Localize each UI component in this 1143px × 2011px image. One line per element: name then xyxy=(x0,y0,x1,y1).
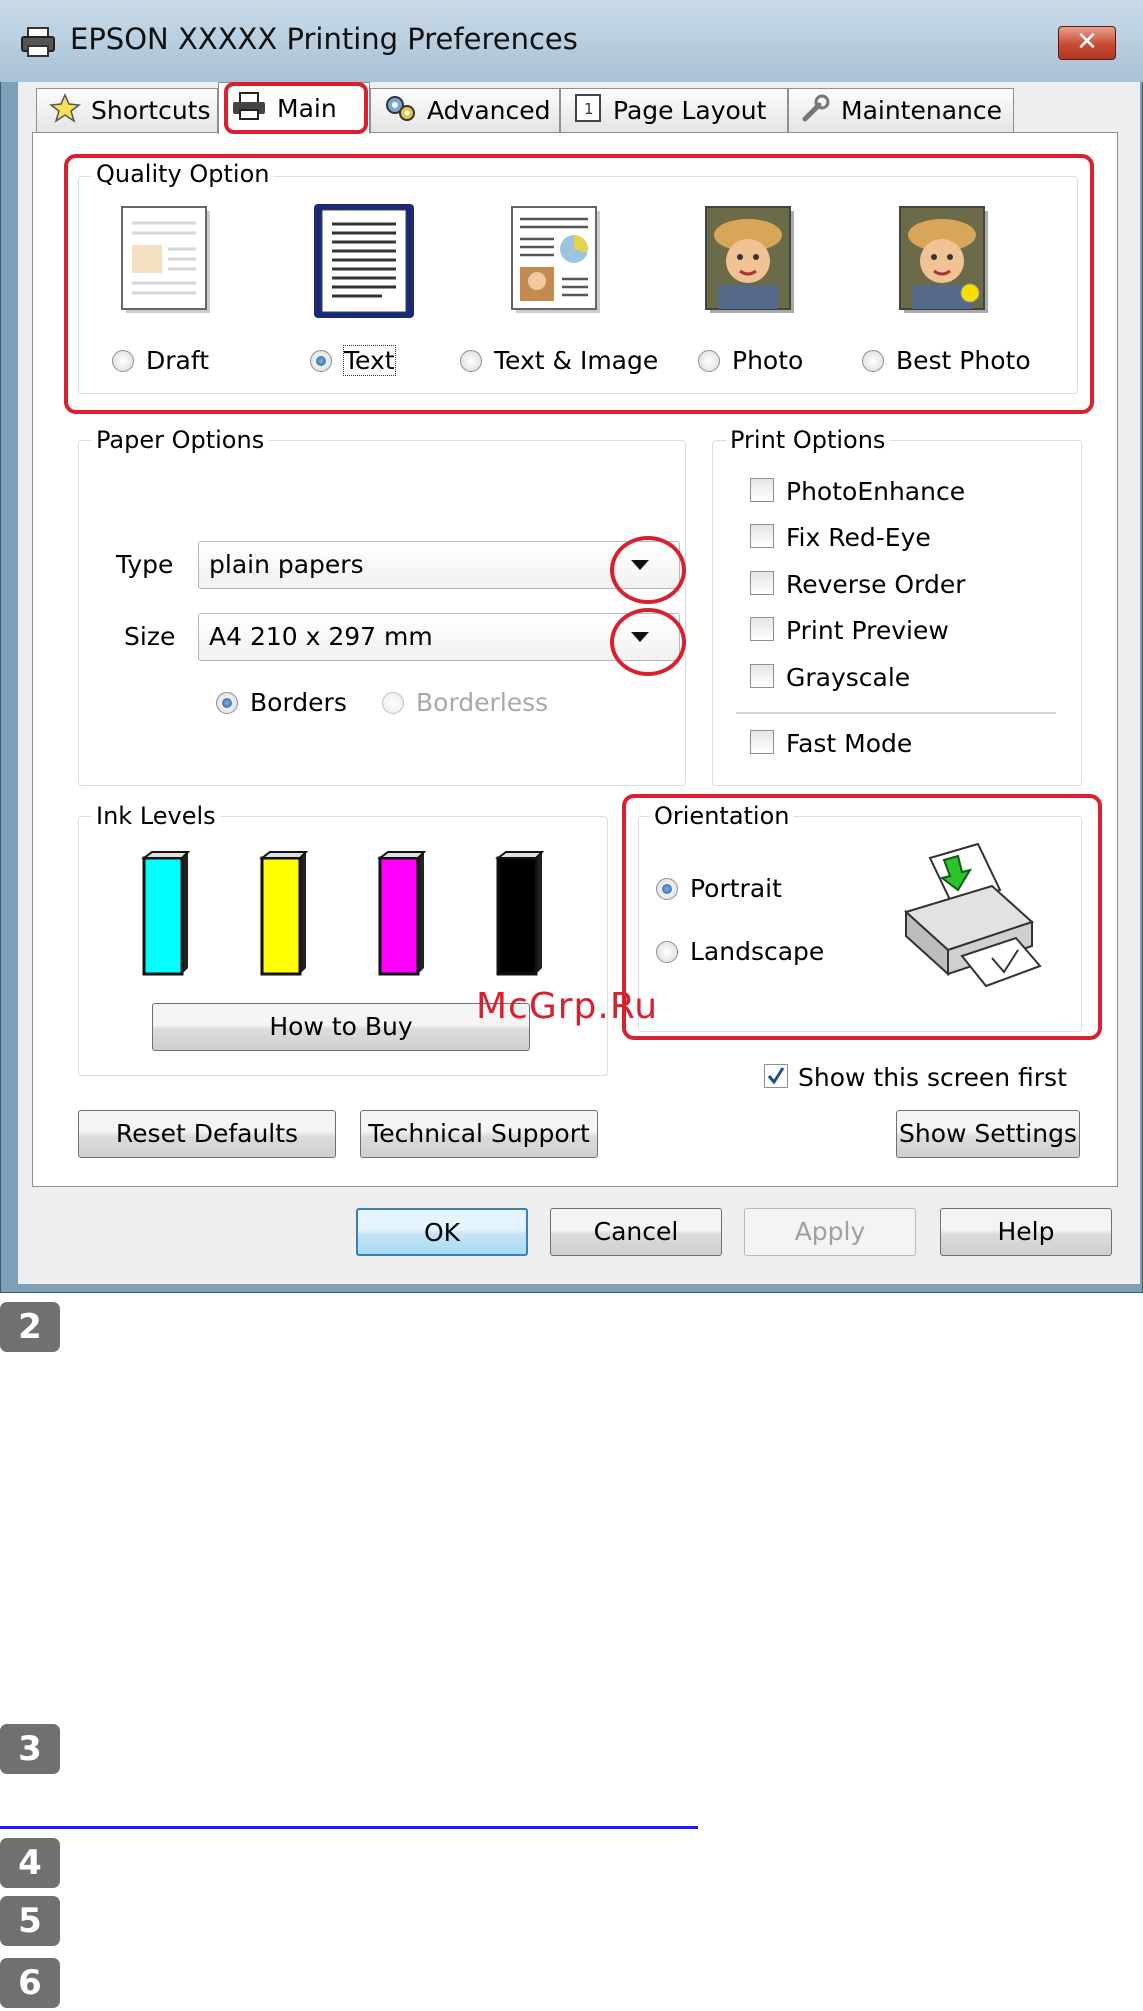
cancel-button[interactable]: Cancel xyxy=(550,1208,722,1256)
apply-button: Apply xyxy=(744,1208,916,1256)
type-dropdown-highlight xyxy=(610,536,686,604)
gears-icon xyxy=(383,93,417,129)
tab-label: Shortcuts xyxy=(91,96,211,125)
printer-icon xyxy=(20,26,56,62)
quality-highlight xyxy=(64,154,1094,414)
black-ink-icon xyxy=(492,850,545,980)
tab-label: Maintenance xyxy=(841,96,1002,125)
reverse-order-checkbox[interactable] xyxy=(750,571,774,595)
borders-label: Borders xyxy=(250,688,347,717)
wrench-icon xyxy=(801,93,831,129)
tab-maintenance[interactable]: Maintenance xyxy=(788,88,1014,132)
cyan-ink-icon xyxy=(138,850,191,980)
tab-label: Page Layout xyxy=(613,96,767,125)
page-layout-icon: 1 xyxy=(573,93,603,129)
show-first-label: Show this screen first xyxy=(798,1063,1067,1092)
paper-options-label: Paper Options xyxy=(92,426,269,454)
yellow-ink-icon xyxy=(256,850,309,980)
tab-advanced[interactable]: Advanced xyxy=(370,88,560,132)
show-settings-button[interactable]: Show Settings xyxy=(896,1110,1080,1158)
step-badge: 6 xyxy=(0,1958,60,2008)
close-button[interactable]: ✕ xyxy=(1058,26,1116,60)
borderless-radio xyxy=(382,692,404,714)
ok-button[interactable]: OK xyxy=(356,1208,528,1256)
fast-mode-checkbox[interactable] xyxy=(750,730,774,754)
step-badge: 3 xyxy=(0,1724,60,1774)
fix-red-eye-label: Fix Red-Eye xyxy=(786,523,931,552)
type-dropdown[interactable]: plain papers xyxy=(198,541,680,589)
type-label: Type xyxy=(116,550,174,579)
svg-text:1: 1 xyxy=(584,100,594,118)
window-title: EPSON XXXXX Printing Preferences xyxy=(70,22,578,56)
borders-radio[interactable] xyxy=(216,692,238,714)
grayscale-checkbox[interactable] xyxy=(750,664,774,688)
fast-mode-label: Fast Mode xyxy=(786,729,913,758)
how-to-buy-button[interactable]: How to Buy xyxy=(152,1003,530,1051)
tab-label: Advanced xyxy=(427,96,551,125)
magenta-ink-icon xyxy=(374,850,427,980)
photoenhance-checkbox[interactable] xyxy=(750,478,774,502)
step-badge: 4 xyxy=(0,1838,60,1888)
fix-red-eye-checkbox[interactable] xyxy=(750,524,774,548)
reset-defaults-button[interactable]: Reset Defaults xyxy=(78,1110,336,1158)
print-preview-checkbox[interactable] xyxy=(750,617,774,641)
tab-shortcuts[interactable]: Shortcuts xyxy=(36,88,218,132)
star-icon xyxy=(49,92,81,129)
grayscale-label: Grayscale xyxy=(786,663,911,692)
tab-page-layout[interactable]: 1 Page Layout xyxy=(560,88,788,132)
technical-support-button[interactable]: Technical Support xyxy=(360,1110,598,1158)
print-preview-label: Print Preview xyxy=(786,616,949,645)
help-button[interactable]: Help xyxy=(940,1208,1112,1256)
watermark: McGrp.Ru xyxy=(476,986,659,1027)
type-value: plain papers xyxy=(209,550,364,579)
step-badge: 2 xyxy=(0,1302,60,1352)
reverse-order-label: Reverse Order xyxy=(786,570,966,599)
size-label: Size xyxy=(124,622,176,651)
size-value: A4 210 x 297 mm xyxy=(209,622,433,651)
divider xyxy=(736,712,1056,714)
size-dropdown[interactable]: A4 210 x 297 mm xyxy=(198,613,680,661)
step-badge: 5 xyxy=(0,1896,60,1946)
orientation-highlight xyxy=(622,794,1102,1040)
photoenhance-label: PhotoEnhance xyxy=(786,477,966,506)
borderless-label: Borderless xyxy=(416,688,549,717)
show-first-checkbox[interactable] xyxy=(764,1064,788,1088)
main-tab-highlight xyxy=(224,82,368,134)
size-dropdown-highlight xyxy=(610,608,686,676)
print-options-label: Print Options xyxy=(726,426,890,454)
ink-levels-label: Ink Levels xyxy=(92,802,220,830)
checkmark-icon xyxy=(767,1067,785,1085)
link-underline[interactable] xyxy=(0,1826,698,1829)
